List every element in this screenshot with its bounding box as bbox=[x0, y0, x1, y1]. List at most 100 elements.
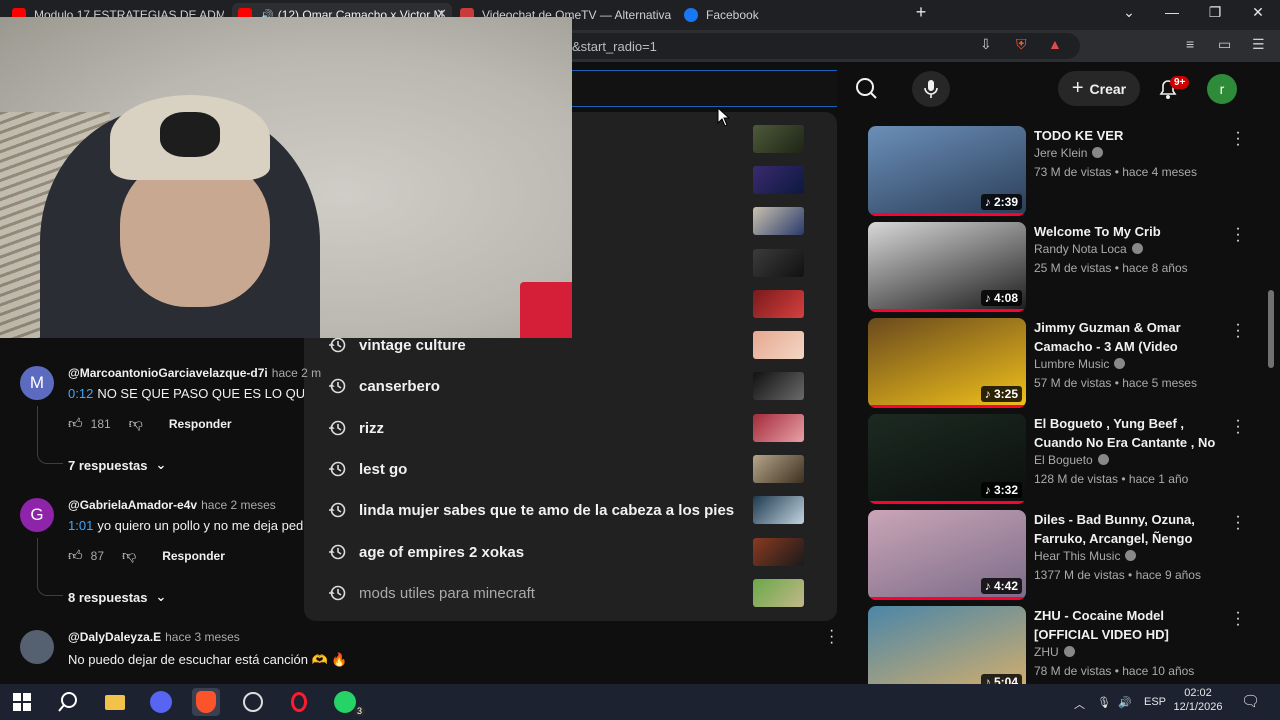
microphone-tray-icon[interactable]: 🎙 bbox=[1097, 696, 1111, 709]
comment-avatar[interactable]: M bbox=[20, 366, 54, 400]
video-more-icon[interactable]: · · · bbox=[1232, 509, 1244, 537]
discord-icon[interactable] bbox=[147, 688, 175, 716]
minimize-icon[interactable]: — bbox=[1162, 4, 1182, 20]
search-input[interactable] bbox=[560, 70, 837, 107]
video-stats: 128 M de vistas • hace 1 año bbox=[1034, 472, 1189, 486]
video-more-icon[interactable]: · · · bbox=[1232, 221, 1244, 249]
video-title[interactable]: Jimmy Guzman & Omar Camacho - 3 AM (Vide… bbox=[1034, 318, 1224, 356]
tray-chevron-icon[interactable]: ︿ bbox=[1074, 696, 1085, 712]
related-video[interactable]: ♪ 4:42 Diles - Bad Bunny, Ozuna, Farruko,… bbox=[868, 509, 1248, 600]
replies-toggle[interactable]: 7 respuestas ⌄ bbox=[68, 457, 166, 473]
comment-timestamp-link[interactable]: 0:12 bbox=[68, 386, 93, 401]
comment-avatar[interactable] bbox=[20, 630, 54, 664]
plus-icon: + bbox=[1071, 77, 1084, 99]
suggestion-thumbnail bbox=[753, 578, 804, 607]
url-text: &start_radio=1 bbox=[572, 39, 657, 54]
search-button[interactable] bbox=[837, 70, 897, 107]
video-more-icon[interactable]: · · · bbox=[1232, 605, 1244, 633]
history-icon bbox=[329, 502, 346, 518]
new-tab-button[interactable]: + bbox=[911, 2, 931, 23]
suggestion-text: lest go bbox=[359, 460, 408, 478]
volume-icon[interactable]: 🔊 bbox=[1118, 696, 1132, 709]
webcam-overlay[interactable] bbox=[0, 17, 572, 338]
reply-button[interactable]: Responder bbox=[162, 549, 225, 563]
video-thumbnail[interactable]: ♪ 4:42 bbox=[868, 510, 1026, 600]
search-suggestion[interactable]: age of empires 2 xokas bbox=[304, 532, 837, 573]
maximize-icon[interactable]: ❐ bbox=[1205, 4, 1225, 21]
verified-icon bbox=[1125, 550, 1137, 561]
voice-search-button[interactable] bbox=[912, 71, 950, 107]
related-video[interactable]: ♪ 5:04 ZHU - Cocaine Model [OFFICIAL VIDE… bbox=[868, 605, 1248, 696]
whatsapp-icon[interactable]: 3 bbox=[331, 688, 365, 716]
video-thumbnail[interactable]: ♪ 2:39 bbox=[868, 126, 1026, 216]
comment-author[interactable]: @DalyDaleyza.E hace 3 meses bbox=[68, 630, 240, 644]
playlist-icon[interactable]: ≡ bbox=[1186, 36, 1194, 52]
dislike-icon[interactable]: 👎︎ bbox=[122, 547, 136, 564]
tab-facebook[interactable]: Facebook bbox=[684, 3, 884, 27]
brave-browser-icon[interactable] bbox=[192, 688, 220, 716]
video-title[interactable]: Welcome To My Crib bbox=[1034, 222, 1224, 241]
close-window-icon[interactable]: ✕ bbox=[1248, 4, 1268, 21]
video-duration: ♪ 3:25 bbox=[980, 386, 1022, 402]
video-thumbnail[interactable]: ♪ 3:32 bbox=[868, 414, 1026, 504]
wallet-icon[interactable]: ▭ bbox=[1218, 36, 1231, 53]
scrollbar-thumb[interactable] bbox=[1268, 290, 1274, 368]
video-thumbnail[interactable]: ♪ 3:25 bbox=[868, 318, 1026, 408]
comment-author[interactable]: @MarcoantonioGarciavelazque-d7i hace 2 m bbox=[68, 366, 321, 380]
video-channel[interactable]: Randy Nota Loca bbox=[1034, 242, 1143, 256]
notification-center-icon[interactable]: 🗨 bbox=[1241, 692, 1260, 710]
search-suggestion[interactable]: mods utiles para minecraft bbox=[304, 573, 837, 614]
video-title[interactable]: Diles - Bad Bunny, Ozuna, Farruko, Arcan… bbox=[1034, 510, 1224, 548]
related-video[interactable]: ♪ 3:32 El Bogueto , Yung Beef , Cuando No… bbox=[868, 413, 1248, 504]
url-bar[interactable]: &start_radio=1 bbox=[560, 33, 1080, 59]
video-thumbnail[interactable]: ♪ 4:08 bbox=[868, 222, 1026, 312]
video-channel[interactable]: Lumbre Music bbox=[1034, 357, 1126, 371]
video-title[interactable]: El Bogueto , Yung Beef , Cuando No Era C… bbox=[1034, 414, 1224, 452]
replies-toggle[interactable]: 8 respuestas ⌄ bbox=[68, 589, 166, 605]
brave-rewards-icon[interactable]: ▲ bbox=[1048, 36, 1062, 52]
music-note-icon: ♪ bbox=[984, 195, 994, 209]
like-icon[interactable]: 👍︎ bbox=[68, 415, 83, 432]
duration-text: 2:39 bbox=[993, 195, 1018, 209]
video-thumbnail[interactable]: ♪ 5:04 bbox=[868, 606, 1026, 696]
start-button[interactable] bbox=[8, 688, 36, 716]
brave-shield-icon[interactable]: ⛨ bbox=[1016, 36, 1027, 53]
comment-avatar[interactable]: G bbox=[20, 498, 54, 532]
search-taskbar-button[interactable] bbox=[54, 688, 82, 716]
input-language[interactable]: ESP bbox=[1144, 696, 1166, 708]
video-channel[interactable]: Hear This Music bbox=[1034, 549, 1137, 563]
video-more-icon[interactable]: · · · bbox=[1232, 413, 1244, 441]
opera-icon[interactable] bbox=[285, 688, 313, 716]
taskbar-clock[interactable]: 02:02 12/1/2026 bbox=[1168, 686, 1228, 714]
install-icon[interactable]: ⇩ bbox=[980, 36, 992, 53]
file-explorer-icon[interactable] bbox=[101, 688, 129, 716]
dislike-icon[interactable]: 👎︎ bbox=[129, 415, 143, 432]
comment-timestamp-link[interactable]: 1:01 bbox=[68, 518, 93, 533]
history-icon bbox=[329, 420, 346, 435]
related-video[interactable]: ♪ 4:08 Welcome To My Crib Randy Nota Loca 2… bbox=[868, 221, 1248, 312]
video-channel[interactable]: El Bogueto bbox=[1034, 453, 1109, 467]
comment-more-icon[interactable]: · · · bbox=[829, 623, 834, 651]
obs-icon[interactable] bbox=[239, 688, 267, 716]
history-icon bbox=[329, 378, 346, 394]
video-title[interactable]: TODO KE VER bbox=[1034, 126, 1224, 145]
comment-author[interactable]: @GabrielaAmador-e4v hace 2 meses bbox=[68, 498, 276, 512]
video-channel[interactable]: ZHU bbox=[1034, 645, 1075, 659]
menu-icon[interactable]: ☰ bbox=[1252, 36, 1265, 53]
video-title[interactable]: ZHU - Cocaine Model [OFFICIAL VIDEO HD] bbox=[1034, 606, 1224, 644]
account-avatar[interactable]: r bbox=[1207, 74, 1237, 104]
related-video[interactable]: ♪ 3:25 Jimmy Guzman & Omar Camacho - 3 AM… bbox=[868, 317, 1248, 408]
history-icon bbox=[329, 337, 346, 353]
create-button[interactable]: + Crear bbox=[1058, 71, 1140, 106]
search-suggestion[interactable]: lest go bbox=[304, 449, 837, 490]
like-icon[interactable]: 👍︎ bbox=[68, 547, 83, 564]
related-video[interactable]: ♪ 2:39 TODO KE VER Jere Klein 73 M de vista… bbox=[868, 125, 1248, 216]
video-channel[interactable]: Jere Klein bbox=[1034, 146, 1104, 160]
search-suggestion[interactable]: canserbero bbox=[304, 366, 837, 407]
video-more-icon[interactable]: · · · bbox=[1232, 125, 1244, 153]
search-suggestion[interactable]: rizz bbox=[304, 408, 837, 449]
search-suggestion[interactable]: linda mujer sabes que te amo de la cabez… bbox=[304, 490, 837, 531]
tab-search-chevron-icon[interactable]: ⌄ bbox=[1119, 4, 1139, 21]
video-more-icon[interactable]: · · · bbox=[1232, 317, 1244, 345]
reply-button[interactable]: Responder bbox=[169, 417, 232, 431]
